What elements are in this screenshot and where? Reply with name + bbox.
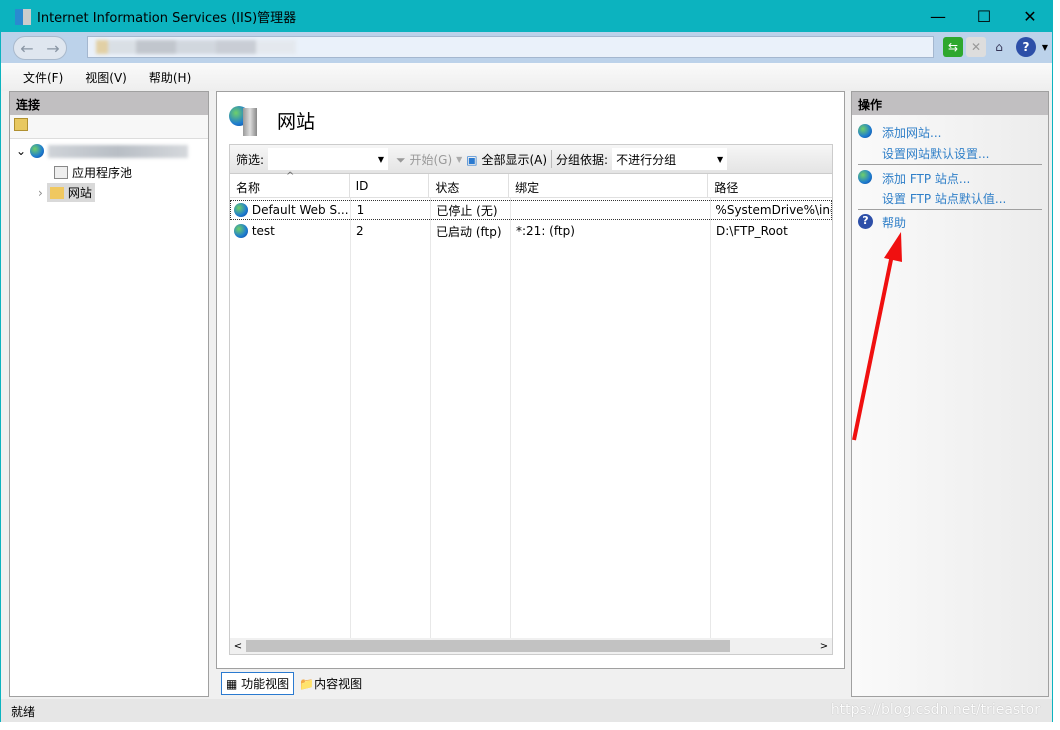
annotation-arrow (852, 232, 902, 441)
